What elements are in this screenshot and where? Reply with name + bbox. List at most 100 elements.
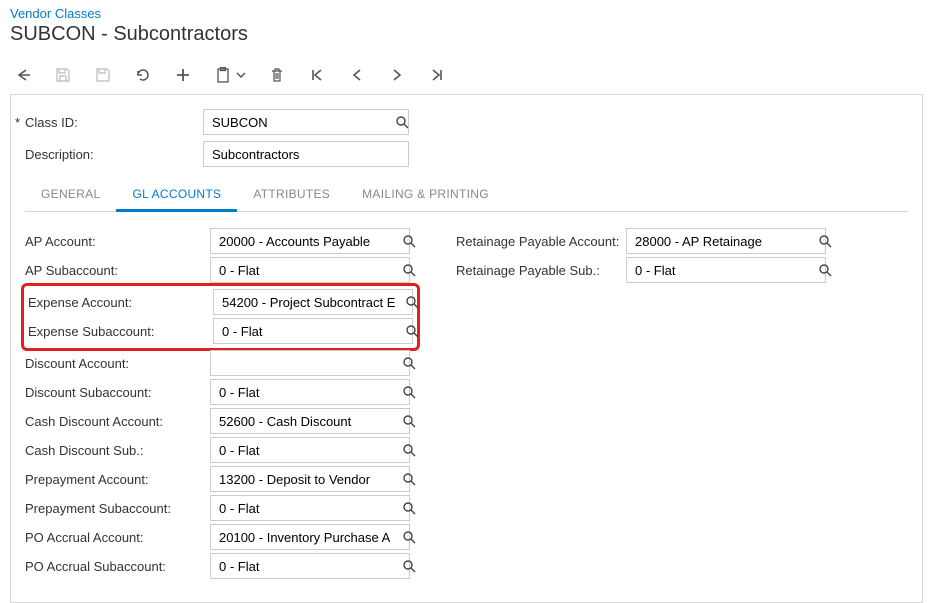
back-icon[interactable]	[14, 66, 32, 84]
selector-input[interactable]	[214, 319, 406, 343]
selector-input[interactable]	[211, 496, 403, 520]
search-icon[interactable]	[403, 525, 416, 549]
clipboard-icon[interactable]	[214, 66, 232, 84]
search-icon[interactable]	[403, 380, 416, 404]
tab-attributes[interactable]: ATTRIBUTES	[237, 179, 346, 211]
gl-row: Prepayment Subaccount:	[25, 495, 416, 521]
undo-icon[interactable]	[134, 66, 152, 84]
first-icon[interactable]	[308, 66, 326, 84]
field-label: Retainage Payable Sub.:	[456, 263, 626, 278]
clipboard-menu[interactable]	[214, 66, 246, 84]
search-icon[interactable]	[403, 409, 416, 433]
search-icon[interactable]	[403, 229, 416, 253]
selector-field[interactable]	[210, 257, 410, 283]
next-icon[interactable]	[388, 66, 406, 84]
field-label: PO Accrual Subaccount:	[25, 559, 210, 574]
selector-field[interactable]	[210, 228, 410, 254]
gl-row: Cash Discount Account:	[25, 408, 416, 434]
gl-row: PO Accrual Subaccount:	[25, 553, 416, 579]
add-icon[interactable]	[174, 66, 192, 84]
save-close-icon	[94, 66, 112, 84]
gl-left-column: AP Account: AP Subaccount: Expense Account…	[25, 228, 416, 582]
field-label: Cash Discount Account:	[25, 414, 210, 429]
selector-field[interactable]	[210, 553, 410, 579]
class-id-field[interactable]	[203, 109, 409, 135]
selector-input[interactable]	[211, 467, 403, 491]
field-label: Retainage Payable Account:	[456, 234, 626, 249]
selector-input[interactable]	[211, 229, 403, 253]
selector-input[interactable]	[211, 438, 403, 462]
class-id-label: Class ID:	[25, 115, 203, 130]
selector-field[interactable]	[626, 257, 826, 283]
last-icon[interactable]	[428, 66, 446, 84]
toolbar	[0, 60, 933, 94]
field-label: Expense Account:	[28, 295, 213, 310]
selector-field[interactable]	[213, 318, 413, 344]
gl-row: Cash Discount Sub.:	[25, 437, 416, 463]
search-icon[interactable]	[403, 467, 416, 491]
search-icon[interactable]	[406, 290, 419, 314]
gl-row: Discount Account:	[25, 350, 416, 376]
search-icon[interactable]	[403, 351, 416, 375]
tabs: GENERAL GL ACCOUNTS ATTRIBUTES MAILING &…	[25, 179, 908, 212]
field-label: Discount Subaccount:	[25, 385, 210, 400]
selector-field[interactable]	[210, 466, 410, 492]
selector-input[interactable]	[211, 409, 403, 433]
description-label: Description:	[25, 147, 203, 162]
gl-row: Retainage Payable Account:	[456, 228, 826, 254]
field-label: Prepayment Account:	[25, 472, 210, 487]
search-icon[interactable]	[403, 438, 416, 462]
selector-field[interactable]	[626, 228, 826, 254]
selector-input[interactable]	[627, 229, 819, 253]
selector-field[interactable]	[210, 350, 410, 376]
field-label: AP Account:	[25, 234, 210, 249]
selector-input[interactable]	[211, 351, 403, 375]
gl-row: Prepayment Account:	[25, 466, 416, 492]
delete-icon[interactable]	[268, 66, 286, 84]
page-title: SUBCON - Subcontractors	[10, 23, 923, 46]
gl-row: Expense Account:	[28, 289, 413, 315]
breadcrumb[interactable]: Vendor Classes	[10, 6, 923, 21]
tab-gl-accounts[interactable]: GL ACCOUNTS	[116, 179, 237, 212]
selector-field[interactable]	[210, 524, 410, 550]
gl-right-column: Retainage Payable Account: Retainage Paya…	[456, 228, 826, 582]
selector-field[interactable]	[210, 379, 410, 405]
description-field[interactable]	[203, 141, 409, 167]
highlight-box: Expense Account: Expense Subaccount:	[21, 283, 420, 351]
class-id-input[interactable]	[204, 110, 396, 134]
selector-input[interactable]	[211, 258, 403, 282]
gl-row: AP Account:	[25, 228, 416, 254]
prev-icon[interactable]	[348, 66, 366, 84]
selector-input[interactable]	[211, 525, 403, 549]
selector-field[interactable]	[210, 495, 410, 521]
search-icon[interactable]	[819, 258, 832, 282]
description-input[interactable]	[204, 142, 408, 166]
search-icon[interactable]	[819, 229, 832, 253]
selector-field[interactable]	[213, 289, 413, 315]
tab-general[interactable]: GENERAL	[25, 179, 116, 211]
selector-field[interactable]	[210, 408, 410, 434]
save-icon	[54, 66, 72, 84]
selector-field[interactable]	[210, 437, 410, 463]
search-icon[interactable]	[406, 319, 419, 343]
search-icon[interactable]	[396, 110, 409, 134]
search-icon[interactable]	[403, 554, 416, 578]
field-label: Discount Account:	[25, 356, 210, 371]
gl-row: Retainage Payable Sub.:	[456, 257, 826, 283]
selector-input[interactable]	[214, 290, 406, 314]
tab-mailing[interactable]: MAILING & PRINTING	[346, 179, 505, 211]
field-label: Prepayment Subaccount:	[25, 501, 210, 516]
search-icon[interactable]	[403, 496, 416, 520]
chevron-down-icon[interactable]	[236, 66, 246, 84]
gl-row: Expense Subaccount:	[28, 318, 413, 344]
gl-row: AP Subaccount:	[25, 257, 416, 283]
field-label: Cash Discount Sub.:	[25, 443, 210, 458]
field-label: AP Subaccount:	[25, 263, 210, 278]
selector-input[interactable]	[627, 258, 819, 282]
field-label: PO Accrual Account:	[25, 530, 210, 545]
search-icon[interactable]	[403, 258, 416, 282]
form-panel: Class ID: Description: GENERAL GL ACCOUN…	[10, 94, 923, 603]
field-label: Expense Subaccount:	[28, 324, 213, 339]
selector-input[interactable]	[211, 554, 403, 578]
selector-input[interactable]	[211, 380, 403, 404]
